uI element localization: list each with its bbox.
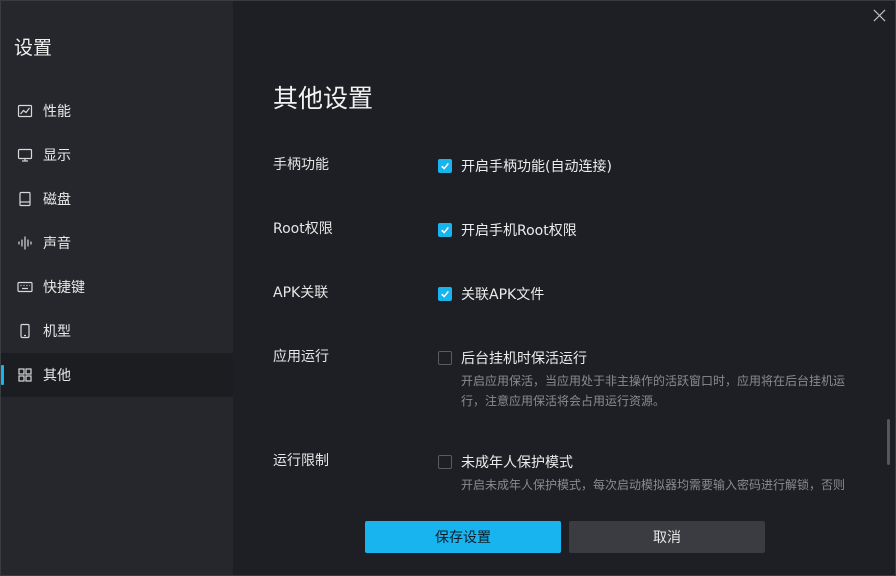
check-icon bbox=[441, 163, 449, 170]
sidebar-item-label: 磁盘 bbox=[43, 192, 71, 208]
keyboard-icon bbox=[17, 279, 33, 295]
sidebar-item-label: 其他 bbox=[43, 368, 71, 384]
gamepad-checkbox[interactable] bbox=[438, 159, 452, 173]
row-label-app-run: 应用运行 bbox=[273, 349, 329, 365]
sidebar-item-label: 机型 bbox=[43, 324, 71, 340]
option-root[interactable]: 开启手机Root权限 bbox=[438, 220, 577, 240]
monitor-icon bbox=[17, 147, 33, 163]
sidebar-item-label: 显示 bbox=[43, 148, 71, 164]
sidebar-item-performance[interactable]: 性能 bbox=[1, 89, 233, 133]
minor-protection-description: 开启未成年人保护模式，每次启动模拟器均需要输入密码进行解锁，否则无法使用模拟器。 bbox=[461, 478, 846, 492]
sound-wave-icon bbox=[17, 235, 33, 251]
sidebar: 设置 性能 显示 磁盘 声音 快捷键 机型 其他 bbox=[1, 1, 233, 575]
sidebar-item-model[interactable]: 机型 bbox=[1, 309, 233, 353]
scrollbar-thumb[interactable] bbox=[887, 419, 890, 465]
row-label-apk: APK关联 bbox=[273, 285, 329, 301]
sidebar-item-label: 快捷键 bbox=[43, 280, 85, 296]
apk-checkbox[interactable] bbox=[438, 287, 452, 301]
option-label: 后台挂机时保活运行 bbox=[461, 351, 587, 367]
option-minor-protection[interactable]: 未成年人保护模式 bbox=[438, 452, 573, 472]
sidebar-item-other[interactable]: 其他 bbox=[1, 353, 233, 397]
settings-content[interactable]: 手柄功能 开启手柄功能(自动连接) Root权限 开启手机Root权限 APK关… bbox=[233, 131, 883, 497]
sidebar-title: 设置 bbox=[14, 37, 53, 59]
sidebar-item-display[interactable]: 显示 bbox=[1, 133, 233, 177]
sidebar-item-hotkeys[interactable]: 快捷键 bbox=[1, 265, 233, 309]
option-apk[interactable]: 关联APK文件 bbox=[438, 284, 544, 304]
page-title: 其他设置 bbox=[273, 84, 374, 113]
option-label: 开启手柄功能(自动连接) bbox=[461, 159, 612, 175]
save-button[interactable]: 保存设置 bbox=[365, 521, 561, 553]
row-label-gamepad: 手柄功能 bbox=[273, 157, 329, 173]
settings-window: 设置 性能 显示 磁盘 声音 快捷键 机型 其他 其他设置 手柄功能 开启手柄功… bbox=[0, 0, 896, 576]
disk-icon bbox=[17, 191, 33, 207]
minor-protection-checkbox[interactable] bbox=[438, 455, 452, 469]
keepalive-description: 开启应用保活，当应用处于非主操作的活跃窗口时，应用将在后台挂机运行，注意应用保活… bbox=[461, 374, 846, 408]
row-label-root: Root权限 bbox=[273, 221, 333, 237]
keepalive-checkbox[interactable] bbox=[438, 351, 452, 365]
sidebar-item-disk[interactable]: 磁盘 bbox=[1, 177, 233, 221]
option-keepalive[interactable]: 后台挂机时保活运行 bbox=[438, 348, 587, 368]
root-checkbox[interactable] bbox=[438, 223, 452, 237]
check-icon bbox=[441, 291, 449, 298]
sidebar-item-label: 声音 bbox=[43, 236, 71, 252]
check-icon bbox=[441, 227, 449, 234]
option-label: 未成年人保护模式 bbox=[461, 455, 573, 471]
sidebar-item-label: 性能 bbox=[43, 104, 71, 120]
chart-line-icon bbox=[17, 103, 33, 119]
grid-icon bbox=[17, 367, 33, 383]
option-label: 开启手机Root权限 bbox=[461, 223, 577, 239]
row-label-run-limit: 运行限制 bbox=[273, 453, 329, 469]
cancel-button[interactable]: 取消 bbox=[569, 521, 765, 553]
option-label: 关联APK文件 bbox=[461, 287, 545, 303]
phone-icon bbox=[17, 323, 33, 339]
sidebar-item-sound[interactable]: 声音 bbox=[1, 221, 233, 265]
main-panel: 其他设置 手柄功能 开启手柄功能(自动连接) Root权限 开启手机Root权限… bbox=[233, 1, 895, 575]
option-gamepad[interactable]: 开启手柄功能(自动连接) bbox=[438, 156, 612, 176]
